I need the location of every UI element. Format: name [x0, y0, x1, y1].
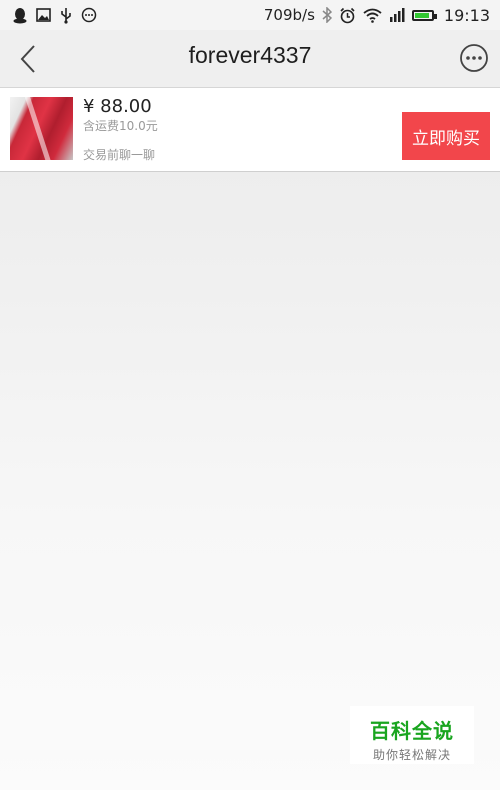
network-speed: 709b/s	[263, 6, 315, 24]
watermark-title: 百科全说	[370, 719, 454, 743]
signal-icon	[389, 8, 405, 22]
product-thumbnail[interactable]	[10, 97, 73, 160]
clock: 19:13	[443, 5, 490, 25]
wifi-icon	[363, 8, 382, 23]
status-bar: 709b/s 19:13	[0, 0, 500, 30]
product-price: ¥ 88.00	[83, 96, 152, 117]
chat-bubble-icon	[81, 7, 97, 23]
watermark-logo: 百科全说 助你轻松解决	[350, 706, 474, 764]
usb-icon	[59, 7, 73, 24]
watermark-subtitle: 助你轻松解决	[372, 748, 451, 762]
shipping-fee: 含运费10.0元	[83, 119, 158, 133]
product-card[interactable]: ¥ 88.00 含运费10.0元 交易前聊一聊 立即购买	[0, 88, 500, 172]
qq-icon	[12, 7, 28, 24]
status-bar-notifications	[0, 7, 97, 24]
battery-icon	[411, 9, 437, 21]
buy-now-button[interactable]: 立即购买	[402, 112, 490, 160]
bluetooth-icon	[322, 7, 332, 23]
chat-hint: 交易前聊一聊	[83, 148, 156, 162]
more-button[interactable]	[459, 43, 489, 73]
image-icon	[36, 8, 51, 22]
alarm-icon	[339, 7, 356, 24]
page-title: forever4337	[188, 42, 312, 68]
more-horizontal-icon	[460, 44, 488, 72]
chat-header: forever4337	[0, 30, 500, 88]
thumbnail-highlight	[23, 97, 54, 160]
status-bar-system: 709b/s 19:13	[264, 6, 500, 25]
